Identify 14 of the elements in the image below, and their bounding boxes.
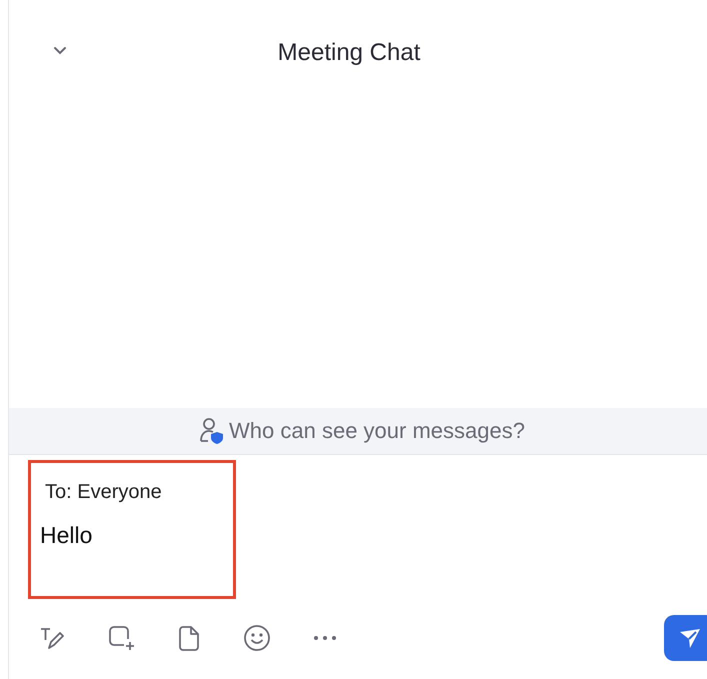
window-title: Meeting Chat bbox=[278, 38, 420, 66]
message-input[interactable]: Hello bbox=[40, 522, 210, 549]
privacy-banner[interactable]: Who can see your messages? bbox=[9, 408, 707, 455]
send-button[interactable] bbox=[664, 615, 707, 661]
emoji-icon[interactable] bbox=[243, 624, 271, 652]
chevron-down-icon bbox=[53, 46, 67, 56]
recipient-selector[interactable]: To: Everyone bbox=[45, 481, 233, 504]
file-icon[interactable] bbox=[177, 624, 201, 652]
send-icon bbox=[678, 626, 702, 650]
add-screenshot-icon[interactable] bbox=[107, 624, 135, 652]
privacy-message: Who can see your messages? bbox=[229, 418, 525, 444]
person-shield-icon bbox=[199, 417, 226, 445]
more-icon[interactable] bbox=[313, 634, 337, 642]
format-text-icon[interactable] bbox=[39, 625, 65, 651]
